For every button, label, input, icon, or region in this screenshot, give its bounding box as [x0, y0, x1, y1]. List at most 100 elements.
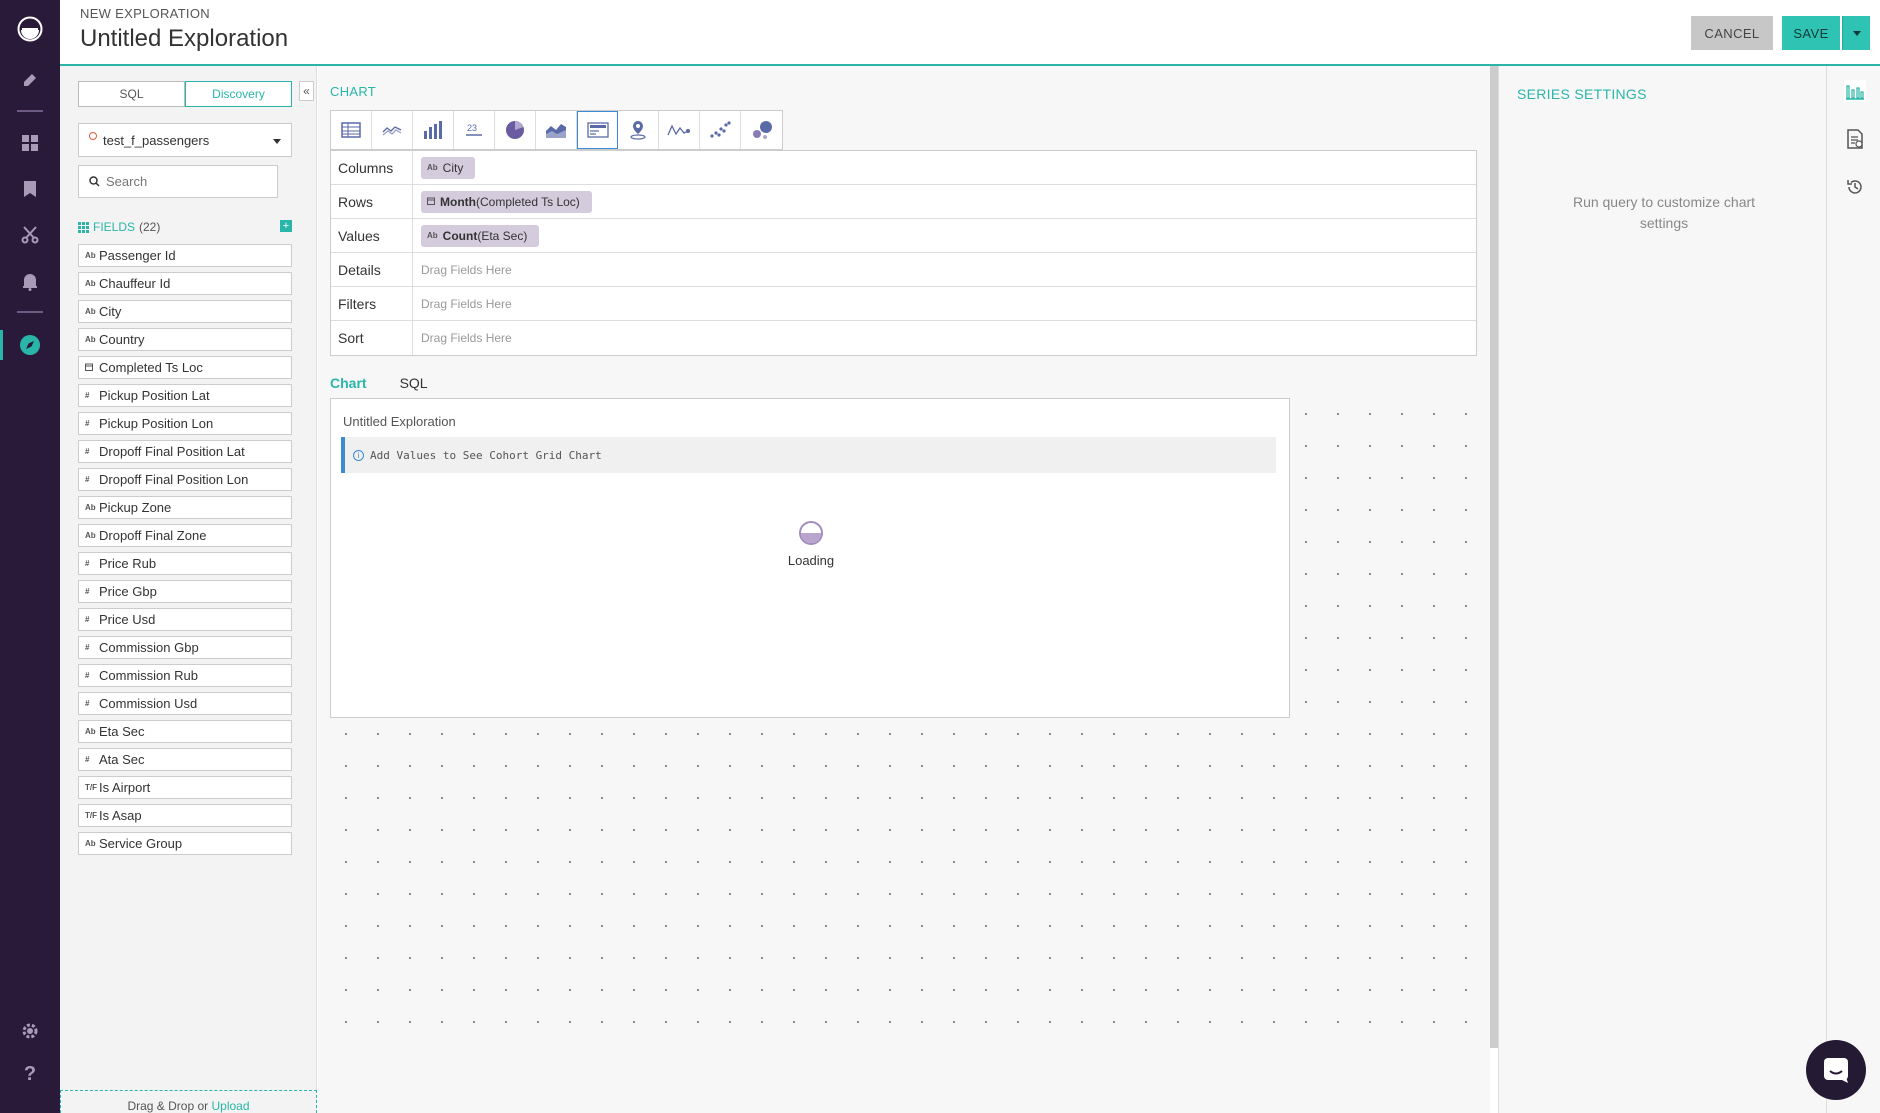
number-icon[interactable]: 23 — [454, 111, 495, 149]
field-item[interactable]: Ab Passenger Id — [78, 244, 292, 267]
edit-icon[interactable] — [18, 68, 42, 92]
field-name: Eta Sec — [99, 724, 145, 739]
field-name: Commission Usd — [99, 696, 198, 711]
collapse-panel-button[interactable]: « — [299, 81, 314, 101]
field-item[interactable]: # Commission Gbp — [78, 636, 292, 659]
tab-chart[interactable]: Chart — [330, 375, 367, 391]
chart-settings-icon[interactable] — [1844, 80, 1866, 102]
field-item[interactable]: Completed Ts Loc — [78, 356, 292, 379]
field-type-icon: Ab — [85, 839, 96, 848]
search-icon — [89, 176, 100, 187]
tab-discovery[interactable]: Discovery — [185, 81, 292, 107]
field-name: Is Airport — [99, 780, 151, 795]
field-name: Pickup Zone — [99, 500, 172, 515]
field-item[interactable]: # Price Usd — [78, 608, 292, 631]
table-icon[interactable] — [331, 111, 372, 149]
bar-icon[interactable] — [413, 111, 454, 149]
line-icon[interactable] — [372, 111, 413, 149]
field-name: Service Group — [99, 836, 183, 851]
tab-sql-view[interactable]: SQL — [400, 375, 428, 391]
chart-title: Untitled Exploration — [343, 414, 456, 429]
field-item[interactable]: # Commission Rub — [78, 664, 292, 687]
cancel-button[interactable]: CANCEL — [1691, 16, 1773, 50]
data-source-name: test_f_passengers — [103, 132, 210, 148]
vertical-scrollbar[interactable] — [1490, 66, 1498, 1048]
nav-rail: ? — [0, 0, 60, 1113]
bookmark-icon[interactable] — [18, 177, 42, 201]
field-item[interactable]: Ab City — [78, 300, 292, 323]
field-type-icon: # — [85, 699, 90, 708]
field-item[interactable]: Ab Eta Sec — [78, 720, 292, 743]
rows-field-pill[interactable]: Month (Completed Ts Loc) — [421, 190, 592, 213]
pill-argument: (Eta Sec) — [477, 228, 528, 243]
save-options-dropdown-button[interactable] — [1842, 16, 1870, 50]
field-name: Chauffeur Id — [99, 276, 171, 291]
scissors-icon[interactable] — [18, 223, 42, 247]
values-dropzone[interactable]: Ab Count (Eta Sec) — [413, 219, 1476, 252]
details-dropzone[interactable]: Drag Fields Here — [413, 253, 1476, 286]
chart-tile[interactable]: Untitled Exploration i Add Values to See… — [330, 398, 1290, 718]
field-name: Pickup Position Lat — [99, 388, 210, 403]
data-source-select[interactable]: test_f_passengers — [78, 123, 292, 157]
upload-dropzone[interactable]: Drag & Drop or Upload — [60, 1090, 317, 1113]
side-tool-strip — [1826, 66, 1880, 1113]
bubble-icon[interactable] — [741, 111, 782, 149]
chart-builder: CHART 23 Columns Ab City Rows Month (Com… — [318, 66, 1498, 1113]
scatter-icon[interactable] — [700, 111, 741, 149]
filters-dropzone[interactable]: Drag Fields Here — [413, 287, 1476, 320]
field-item[interactable]: Ab Dropoff Final Zone — [78, 524, 292, 547]
field-type-icon: Ab — [85, 531, 96, 540]
field-item[interactable]: # Commission Usd — [78, 692, 292, 715]
columns-dropzone[interactable]: Ab City — [413, 151, 1476, 184]
sort-dropzone[interactable]: Drag Fields Here — [413, 321, 1476, 355]
nav-divider — [17, 110, 43, 112]
field-type-icon: # — [85, 475, 90, 484]
field-item[interactable]: T/F Is Airport — [78, 776, 292, 799]
field-item[interactable]: # Dropoff Final Position Lon — [78, 468, 292, 491]
help-icon[interactable]: ? — [18, 1062, 42, 1086]
columns-field-pill[interactable]: Ab City — [421, 156, 476, 179]
pie-icon[interactable] — [495, 111, 536, 149]
field-item[interactable]: # Price Rub — [78, 552, 292, 575]
field-type-icon: # — [85, 643, 90, 652]
field-item[interactable]: # Price Gbp — [78, 580, 292, 603]
nav-active-indicator — [0, 330, 3, 360]
save-button[interactable]: SAVE — [1782, 16, 1840, 50]
values-field-pill[interactable]: Ab Count (Eta Sec) — [421, 224, 540, 247]
fields-header: FIELDS (22) — [78, 220, 160, 234]
document-settings-icon[interactable] — [1844, 128, 1866, 150]
field-item[interactable]: # Dropoff Final Position Lat — [78, 440, 292, 463]
logo-icon[interactable] — [17, 16, 43, 42]
field-name: Price Usd — [99, 612, 156, 627]
dashboard-icon[interactable] — [18, 131, 42, 155]
add-field-button[interactable]: + — [280, 220, 292, 232]
field-item[interactable]: Ab Pickup Zone — [78, 496, 292, 519]
gear-icon[interactable] — [18, 1019, 42, 1043]
cohort-grid-icon[interactable] — [577, 111, 618, 149]
field-item[interactable]: Ab Service Group — [78, 832, 292, 855]
map-icon[interactable] — [618, 111, 659, 149]
field-item[interactable]: Ab Chauffeur Id — [78, 272, 292, 295]
field-item[interactable]: T/F Is Asap — [78, 804, 292, 827]
field-item[interactable]: Ab Country — [78, 328, 292, 351]
upload-link[interactable]: Upload — [212, 1099, 250, 1113]
tab-sql[interactable]: SQL — [78, 81, 185, 107]
sparkline-icon[interactable] — [659, 111, 700, 149]
area-icon[interactable] — [536, 111, 577, 149]
shelf-label: Rows — [331, 185, 413, 218]
chat-launcher-button[interactable] — [1806, 1040, 1866, 1100]
search-input[interactable] — [106, 174, 266, 189]
bell-icon[interactable] — [18, 269, 42, 293]
compass-icon[interactable] — [18, 333, 42, 357]
field-item[interactable]: # Pickup Position Lon — [78, 412, 292, 435]
chat-icon — [1824, 1058, 1848, 1083]
page-title[interactable]: Untitled Exploration — [80, 25, 288, 53]
field-item[interactable]: # Ata Sec — [78, 748, 292, 771]
field-name: Commission Gbp — [99, 640, 199, 655]
rows-dropzone[interactable]: Month (Completed Ts Loc) — [413, 185, 1476, 218]
history-icon[interactable] — [1844, 176, 1866, 198]
field-name: City — [99, 304, 122, 319]
field-item[interactable]: # Pickup Position Lat — [78, 384, 292, 407]
pill-label: City — [442, 160, 464, 175]
pill-function: Month — [440, 194, 476, 209]
